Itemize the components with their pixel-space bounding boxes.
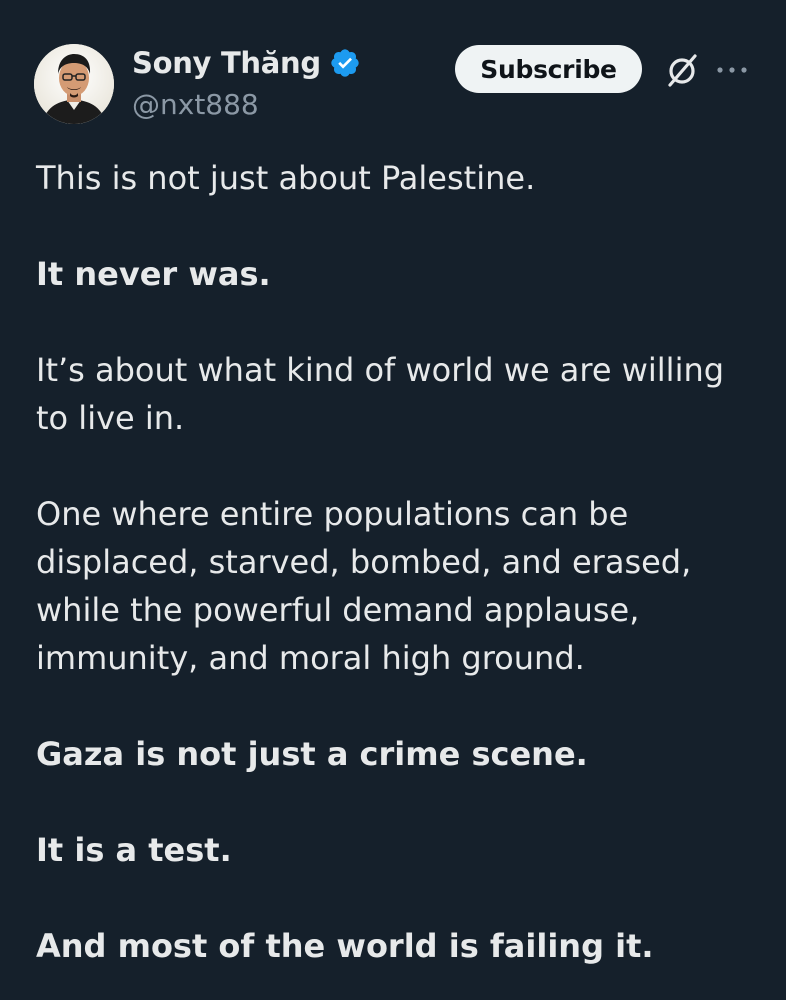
tweet-paragraph: It’s about what kind of world we are wil… bbox=[36, 351, 725, 437]
avatar[interactable] bbox=[34, 44, 114, 124]
more-icon[interactable] bbox=[712, 58, 752, 82]
tweet-paragraph: It never was. bbox=[36, 255, 271, 293]
tweet-header: Sony Thăng @nxt888 Subscribe bbox=[0, 0, 786, 140]
verified-badge-icon[interactable] bbox=[329, 47, 361, 79]
tweet-paragraph: One where entire populations can be disp… bbox=[36, 495, 692, 677]
tweet-paragraph: Gaza is not just a crime scene. bbox=[36, 735, 588, 773]
tweet-paragraph: And most of the world is failing it. bbox=[36, 927, 654, 965]
grok-icon[interactable] bbox=[662, 50, 702, 90]
author-display-name[interactable]: Sony Thăng bbox=[132, 46, 321, 80]
tweet-paragraph: This is not just about Palestine. bbox=[36, 159, 536, 197]
subscribe-button[interactable]: Subscribe bbox=[455, 45, 642, 93]
author-name-row: Sony Thăng bbox=[132, 46, 361, 80]
tweet-paragraph: It is a test. bbox=[36, 831, 232, 869]
avatar-image bbox=[34, 44, 114, 124]
author-handle[interactable]: @nxt888 bbox=[132, 88, 259, 121]
tweet-text: This is not just about Palestine. It nev… bbox=[36, 154, 756, 1000]
